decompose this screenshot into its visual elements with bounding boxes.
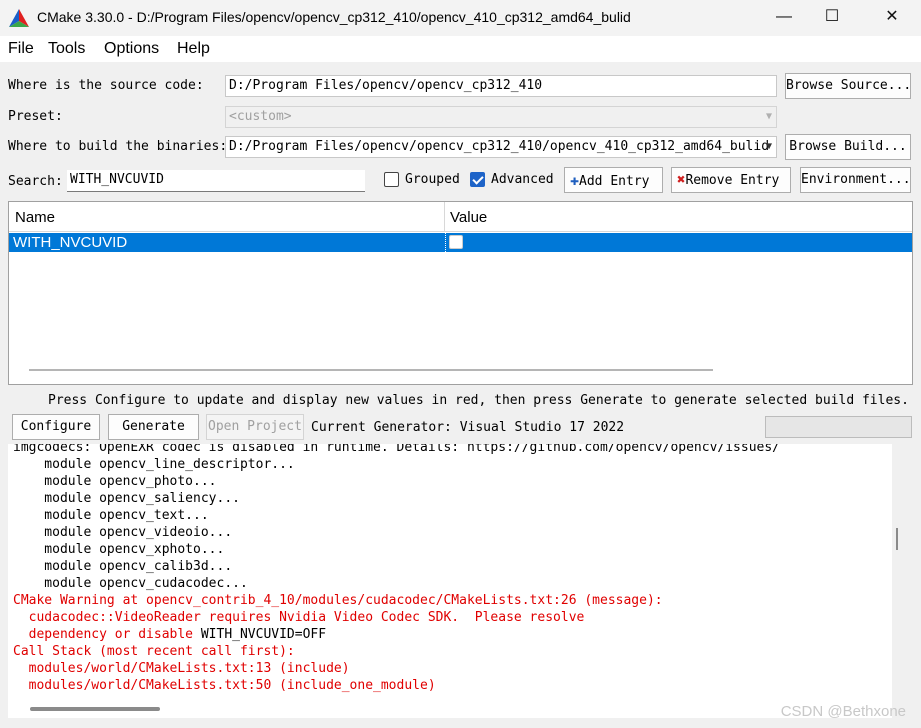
minimize-button[interactable]: — <box>761 0 807 34</box>
build-path-select[interactable]: D:/Program Files/opencv/opencv_cp312_410… <box>225 136 777 158</box>
search-label: Search: <box>8 174 63 189</box>
table-horizontal-scrollbar[interactable] <box>29 369 713 371</box>
environment-button[interactable]: Environment... <box>800 167 911 193</box>
build-label: Where to build the binaries: <box>8 139 228 154</box>
chevron-down-icon: ▼ <box>765 111 772 122</box>
scrollbar-thumb[interactable] <box>896 528 898 550</box>
browse-build-button[interactable]: Browse Build... <box>785 134 911 160</box>
header-value[interactable]: Value <box>450 209 487 226</box>
cmake-logo-icon <box>9 9 29 27</box>
table-row[interactable]: WITH_NVCUVID <box>9 233 912 252</box>
log-line: module opencv_videoio... <box>13 525 233 540</box>
add-entry-button[interactable]: ✚Add Entry <box>564 167 663 193</box>
progress-bar <box>765 416 912 438</box>
output-vertical-scrollbar[interactable] <box>894 444 914 718</box>
header-divider <box>444 202 445 232</box>
chevron-down-icon[interactable]: ▼ <box>766 137 772 157</box>
grouped-checkbox-box[interactable] <box>384 172 399 187</box>
table-header: Name Value <box>9 202 912 232</box>
log-line: module opencv_xphoto... <box>13 542 225 557</box>
row-value-cell[interactable] <box>445 233 912 252</box>
plus-icon: ✚ <box>570 171 580 189</box>
advanced-checkbox[interactable]: Advanced <box>470 172 554 187</box>
watermark: CSDN @Bethxone <box>780 703 906 720</box>
menu-options[interactable]: Options <box>104 40 159 58</box>
value-checkbox[interactable] <box>449 235 463 249</box>
preset-select: <custom> ▼ <box>225 106 777 128</box>
log-line-option: WITH_NVCUVID=OFF <box>200 627 327 642</box>
menu-tools[interactable]: Tools <box>48 40 85 58</box>
preset-label: Preset: <box>8 109 63 124</box>
log-line: modules/world/CMakeLists.txt:13 (include… <box>13 661 350 676</box>
log-line: imgcodecs: OpenEXR codec is disabled in … <box>13 444 781 455</box>
preset-value: <custom> <box>229 109 292 124</box>
log-line: Call Stack (most recent call first): <box>13 644 295 659</box>
configure-button[interactable]: Configure <box>12 414 100 440</box>
log-line: module opencv_saliency... <box>13 491 240 506</box>
generate-button[interactable]: Generate <box>108 414 199 440</box>
grouped-label: Grouped <box>405 172 460 187</box>
advanced-checkbox-box[interactable] <box>470 172 485 187</box>
grouped-checkbox[interactable]: Grouped <box>384 172 460 187</box>
scrollbar-thumb[interactable] <box>30 707 160 711</box>
menu-bar: File Tools Options Help <box>0 36 921 62</box>
row-name: WITH_NVCUVID <box>13 234 128 251</box>
cache-table[interactable]: Name Value WITH_NVCUVID <box>8 201 913 385</box>
title-bar: CMake 3.30.0 - D:/Program Files/opencv/o… <box>0 0 921 36</box>
search-input[interactable]: WITH_NVCUVID <box>67 170 365 192</box>
maximize-button[interactable]: ☐ <box>809 0 855 34</box>
log-line: module opencv_calib3d... <box>13 559 233 574</box>
search-value: WITH_NVCUVID <box>70 172 164 187</box>
log-line: dependency or disable WITH_NVCUVID=OFF <box>13 627 327 642</box>
source-path-value: D:/Program Files/opencv/opencv_cp312_410 <box>229 78 543 93</box>
open-project-button: Open Project <box>206 414 304 440</box>
output-log[interactable]: imgcodecs: OpenEXR codec is disabled in … <box>8 444 892 718</box>
log-line: CMake Warning at opencv_contrib_4_10/mod… <box>13 593 663 608</box>
log-line: cudacodec::VideoReader requires Nvidia V… <box>13 610 585 625</box>
add-entry-label: Add Entry <box>579 174 650 189</box>
current-generator: Current Generator: Visual Studio 17 2022 <box>311 420 625 435</box>
window-title: CMake 3.30.0 - D:/Program Files/opencv/o… <box>37 9 631 25</box>
browse-source-button[interactable]: Browse Source... <box>785 73 911 99</box>
log-line: modules/world/CMakeLists.txt:50 (include… <box>13 678 436 693</box>
source-label: Where is the source code: <box>8 78 204 93</box>
log-line: module opencv_text... <box>13 508 209 523</box>
build-path-value: D:/Program Files/opencv/opencv_cp312_410… <box>229 139 770 154</box>
advanced-label: Advanced <box>491 172 554 187</box>
menu-file[interactable]: File <box>8 40 34 58</box>
menu-help[interactable]: Help <box>177 40 210 58</box>
header-name[interactable]: Name <box>15 209 55 226</box>
source-path-input[interactable]: D:/Program Files/opencv/opencv_cp312_410 <box>225 75 777 97</box>
output-horizontal-scrollbar[interactable] <box>8 700 892 718</box>
info-message: Press Configure to update and display ne… <box>48 393 909 408</box>
remove-entry-label: Remove Entry <box>685 173 780 188</box>
remove-entry-button[interactable]: ✖Remove Entry <box>671 167 791 193</box>
log-line: module opencv_line_descriptor... <box>13 457 295 472</box>
close-button[interactable]: ✕ <box>869 0 915 34</box>
log-line: module opencv_cudacodec... <box>13 576 248 591</box>
log-line: module opencv_photo... <box>13 474 217 489</box>
